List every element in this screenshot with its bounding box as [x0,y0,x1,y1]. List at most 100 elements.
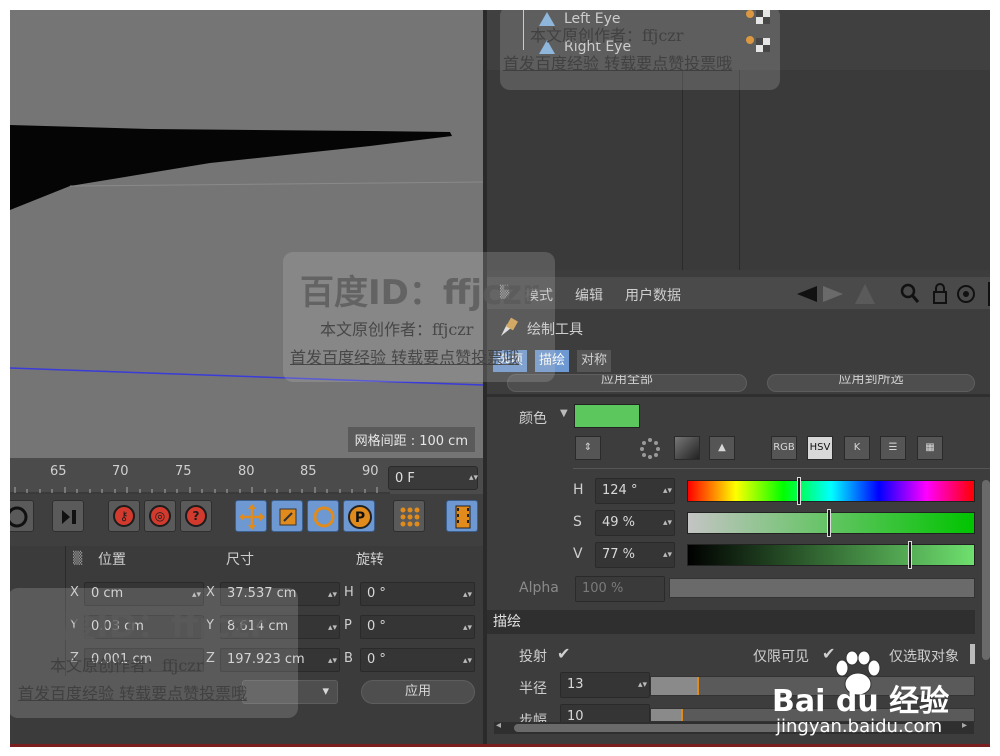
skip-end-icon [62,510,76,524]
swatches-icon[interactable]: ▦ [917,436,943,460]
tick-label: 85 [300,464,317,479]
hue-label: H [573,482,584,498]
grid-spacing-label: 网格间距 : 100 cm [347,427,475,452]
scroll-left-icon[interactable]: ◂ [496,720,501,731]
watermark-author-text: 本文原创作者：ffjczr [50,656,204,675]
alpha-field: 100 % [575,576,665,602]
keyframe-selection-button[interactable]: ? [180,500,212,532]
move-key-toggle[interactable] [235,500,267,532]
record-keyframe-button[interactable]: ⚷ [108,500,140,532]
frame-stepper-icon[interactable]: ▴▾ [469,473,478,483]
watermark-author-text: 本文原创作者：ffjczr [320,320,474,339]
rotation-p-field[interactable]: 0 ° [360,615,475,639]
svg-text:P: P [355,510,365,526]
point-level-toggle[interactable] [393,500,425,532]
value-slider[interactable] [687,541,975,569]
apply-button[interactable]: 应用 [361,680,475,704]
grid-dots-icon [400,507,420,527]
stepper-icon[interactable]: ▴▾ [663,550,672,560]
stepper-icon[interactable]: ▴▾ [663,486,672,496]
expand-arrow-icon[interactable]: ▼ [560,408,568,419]
apply-selected-button[interactable]: 应用到所选 [767,374,975,392]
mixer-icon[interactable]: ☰ [880,436,906,460]
draw-section-header[interactable]: 描绘 [487,610,975,634]
parameter-key-toggle[interactable]: P [343,500,375,532]
alpha-label: Alpha [519,580,559,596]
step-slider-handle[interactable] [681,709,683,721]
scale-icon [279,508,297,526]
back-arrow-icon [797,286,817,302]
image-picker-icon[interactable]: ▲ [709,436,735,460]
auto-keyframe-button[interactable]: ◎ [144,500,176,532]
app-window: 网格间距 : 100 cm 65 70 75 80 85 90 0 F ▴▾ ⚷… [10,10,990,746]
eyedropper-toggle-icon[interactable]: ⇕ [575,436,601,460]
alpha-slider [669,578,975,598]
attribute-nav-icons[interactable] [795,282,985,306]
grip-icon: ▒ [73,551,83,565]
project-label: 投射 [519,649,547,665]
vertical-scrollbar-thumb[interactable] [982,480,990,660]
viewport-scene [10,125,483,386]
radius-slider-handle[interactable] [697,677,699,695]
rgb-mode-button[interactable]: RGB [771,436,797,460]
spectrum-icon[interactable] [674,436,700,460]
question-icon: ? [185,505,207,527]
window-bottom-border [10,744,990,747]
radius-field[interactable]: 13 [560,672,650,698]
apply-selected-label: 应用到所选 [838,374,904,387]
up-arrow-icon [855,284,875,304]
stepper-icon[interactable]: ▴▾ [328,590,337,600]
baidu-logo-text: Bai du 经验 [772,684,950,719]
play-button[interactable] [10,500,34,532]
rotation-b-field[interactable]: 0 ° [360,648,475,672]
autokey-icon: ◎ [149,505,171,527]
saturation-slider[interactable] [687,509,975,537]
stepper-icon[interactable]: ▴▾ [463,656,472,666]
key-icon: ⚷ [113,505,135,527]
value-slider-handle[interactable] [908,541,912,569]
chevron-down-icon: ▾ [322,684,329,699]
parameter-p-icon: P [348,505,372,529]
menu-edit[interactable]: 编辑 [575,285,603,305]
hue-slider[interactable] [687,477,975,505]
watermark-notice-text: 首发百度经验 转载要点赞投票哦 [290,348,520,367]
rotate-key-toggle[interactable] [307,500,339,532]
tick-label: 80 [238,464,255,479]
tick-label: 75 [175,464,192,479]
watermark-notice-text: 首发百度经验 转载要点赞投票哦 [18,684,248,703]
move-icon [239,504,265,530]
new-window-icon[interactable] [988,282,990,306]
rot-axis-label: H [344,585,354,600]
lock-icon [933,291,947,304]
stepper-icon[interactable]: ▴▾ [463,590,472,600]
viewport[interactable]: 网格间距 : 100 cm [10,10,483,458]
hsv-mode-button[interactable]: HSV [807,436,833,460]
rotate-icon [313,506,335,528]
watermark-id-text: 百度ID：ffjczr [300,273,539,313]
hue-slider-handle[interactable] [797,477,801,505]
saturation-label: S [573,514,582,530]
stepper-icon[interactable]: ▴▾ [328,656,337,666]
baidu-logo-watermark: Bai du 经验 jingyan.baidu.com [758,650,978,740]
go-to-end-button[interactable] [52,500,84,532]
project-checkbox[interactable]: ✔ [557,644,570,663]
scale-key-toggle[interactable] [271,500,303,532]
saturation-slider-handle[interactable] [827,509,831,537]
value-label: V [573,546,583,562]
stepper-icon[interactable]: ▴▾ [638,680,647,690]
color-wheel-icon[interactable] [637,436,663,460]
stepper-icon[interactable]: ▴▾ [463,623,472,633]
stepper-icon[interactable]: ▴▾ [663,518,672,528]
rotation-h-field[interactable]: 0 ° [360,582,475,606]
stepper-icon[interactable]: ▴▾ [328,623,337,633]
timeline-window-button[interactable] [446,500,478,532]
menu-userdata[interactable]: 用户数据 [625,285,681,305]
tab-symmetry[interactable]: 对称 [577,350,612,372]
color-swatch[interactable] [574,404,640,428]
kelvin-mode-button[interactable]: K [844,436,870,460]
current-frame-field[interactable]: 0 F [388,466,478,490]
step-field[interactable]: 10 [560,704,650,724]
watermark-notice-text: 首发百度经验 转载要点赞投票哦 [503,54,733,73]
tick-label: 70 [112,464,129,479]
tick-label: 90 [362,464,379,479]
